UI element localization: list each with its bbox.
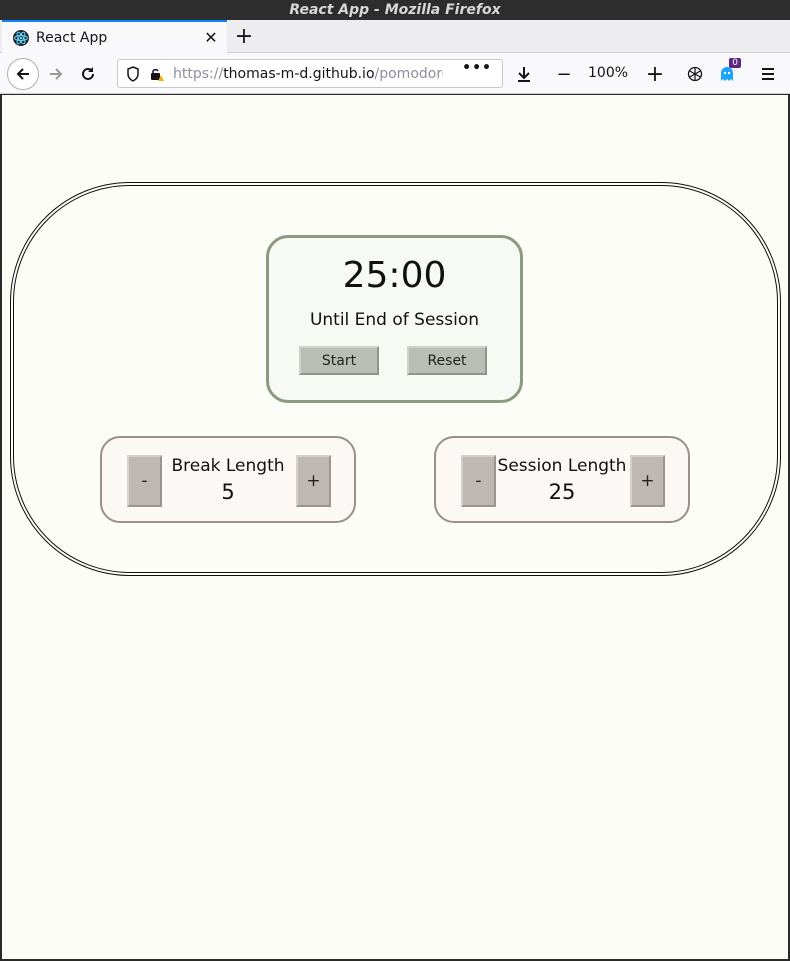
tab-strip: React App ✕ + [0, 20, 790, 53]
back-button[interactable] [7, 58, 39, 90]
react-icon [12, 29, 30, 47]
session-length-panel: - Session Length 25 + [434, 436, 690, 523]
extension-snowflake-button[interactable] [679, 58, 711, 90]
reset-button[interactable]: Reset [407, 346, 487, 375]
lock-warning-icon[interactable] [149, 66, 165, 82]
time-display: 25:00 [342, 255, 447, 296]
break-increment-button[interactable]: + [296, 455, 331, 507]
zoom-out-button[interactable]: − [548, 58, 580, 90]
page-actions-icon[interactable]: ••• [462, 60, 492, 87]
hamburger-menu-icon [762, 68, 774, 80]
download-icon [518, 67, 530, 82]
reload-button[interactable] [72, 58, 104, 90]
session-increment-button[interactable]: + [630, 455, 665, 507]
tab-close-icon[interactable]: ✕ [199, 26, 223, 50]
timer-label: Until End of Session [309, 310, 480, 330]
new-tab-button[interactable]: + [230, 22, 258, 50]
tracking-shield-icon[interactable] [126, 65, 140, 82]
start-button[interactable]: Start [299, 346, 379, 375]
url-text: https://thomas-m-d.github.io/pomodoro [173, 65, 443, 82]
tab-title: React App [36, 29, 108, 46]
tab-react-app[interactable]: React App ✕ [2, 20, 227, 53]
back-arrow-icon [16, 68, 29, 80]
extension-badge: 0 [729, 58, 741, 68]
window-title: React App - Mozilla Firefox [0, 0, 790, 20]
url-bar[interactable]: https://thomas-m-d.github.io/pomodoro ••… [117, 59, 503, 88]
download-button[interactable] [508, 58, 540, 90]
forward-arrow-icon [50, 68, 63, 80]
nav-bar: https://thomas-m-d.github.io/pomodoro ••… [0, 53, 790, 94]
zoom-level[interactable]: 100% [588, 65, 628, 81]
zoom-in-button[interactable]: + [639, 58, 671, 90]
snowflake-icon [687, 66, 703, 82]
extension-ghost-button[interactable]: 0 [711, 58, 743, 90]
timer-panel: 25:00 Until End of Session Start Reset [266, 235, 523, 403]
menu-button[interactable] [752, 58, 784, 90]
timer-controls: Start Reset [269, 346, 520, 376]
reload-icon [82, 67, 94, 80]
break-length-panel: - Break Length 5 + [100, 436, 356, 523]
page-viewport: 25:00 Until End of Session Start Reset -… [2, 95, 788, 959]
forward-button[interactable] [40, 58, 72, 90]
